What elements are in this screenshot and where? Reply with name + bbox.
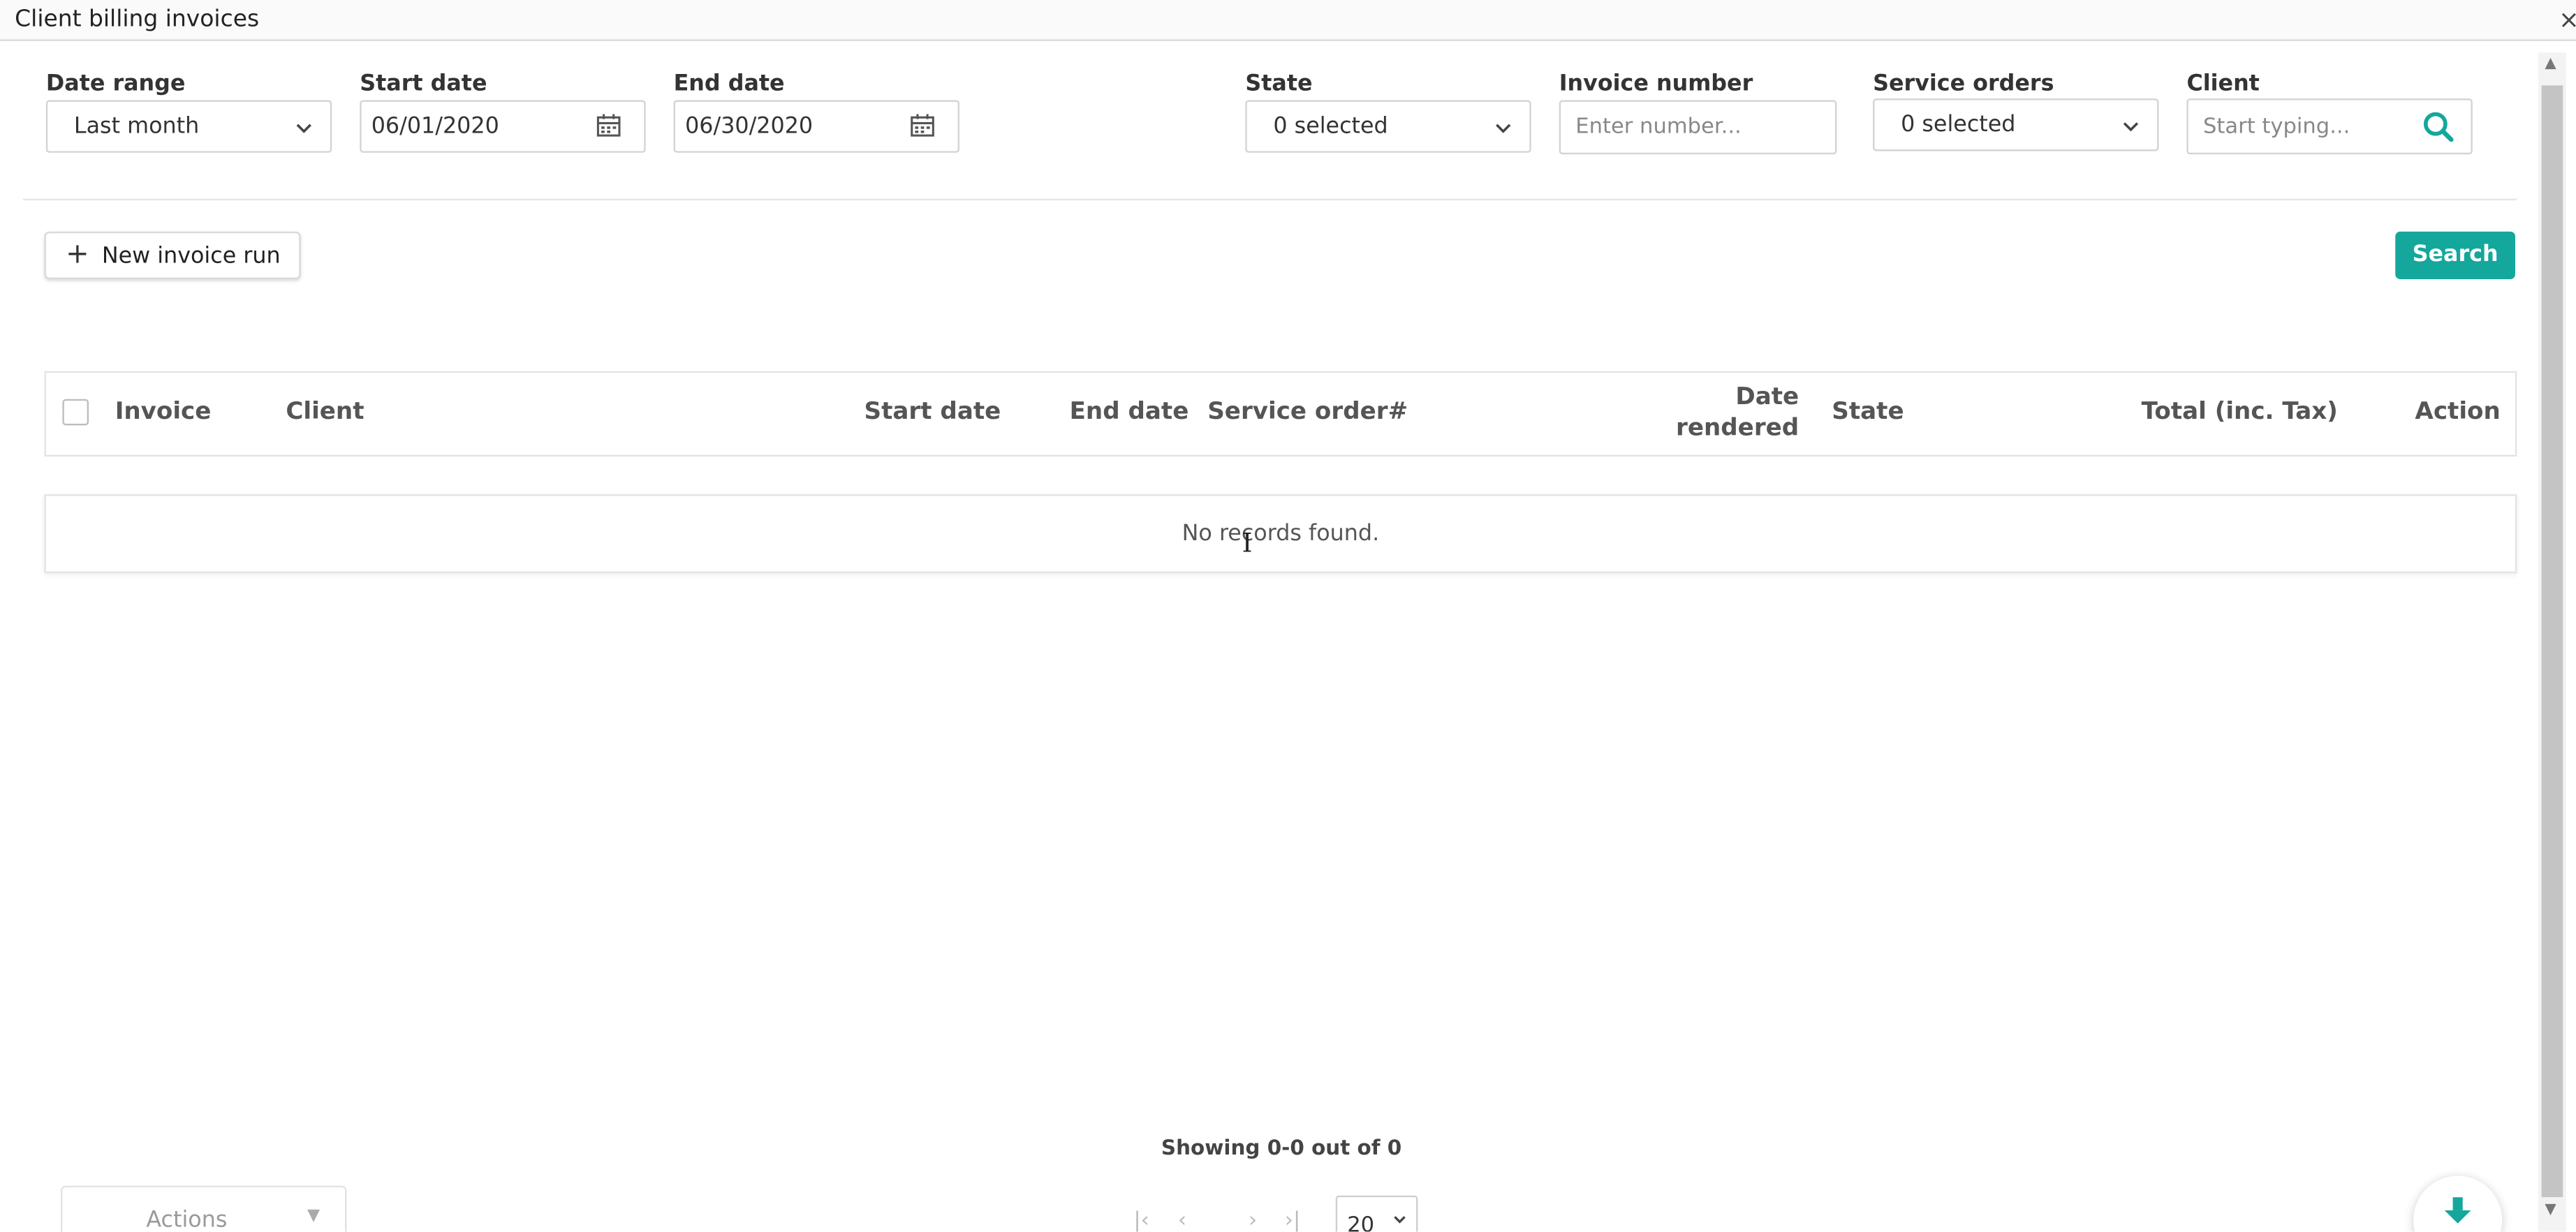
text-cursor-icon: I [1242, 527, 1253, 558]
start-date-label: Start date [360, 70, 487, 97]
date-range-label: Date range [45, 70, 186, 97]
page-size-value: 20 [1347, 1213, 1375, 1232]
column-end-date[interactable]: End date [1070, 399, 1189, 426]
app-window: Client billing invoices × Date range Las… [0, 0, 2576, 1232]
caret-down-icon: ▼ [307, 1207, 321, 1226]
column-date-rendered-line1: Date [1735, 384, 1799, 411]
scrollbar-thumb[interactable] [2541, 85, 2563, 1198]
column-invoice[interactable]: Invoice [115, 399, 212, 426]
window-title: Client billing invoices [15, 6, 260, 34]
close-icon[interactable]: × [2559, 5, 2576, 34]
column-action: Action [2415, 399, 2501, 426]
chevron-down-icon [2123, 122, 2139, 132]
table-header: Invoice Client Start date End date Servi… [44, 371, 2517, 457]
last-page-icon[interactable]: ›| [1285, 1209, 1301, 1232]
start-date-value: 06/01/2020 [371, 113, 499, 140]
prev-page-icon[interactable]: ‹ [1178, 1209, 1186, 1232]
end-date-field[interactable]: 06/30/2020 [673, 100, 959, 153]
chevron-down-icon [1496, 124, 1511, 133]
state-select[interactable]: 0 selected [1245, 100, 1531, 153]
search-button[interactable]: Search [2395, 231, 2515, 279]
column-start-date[interactable]: Start date [864, 399, 1001, 426]
download-icon [2444, 1197, 2471, 1224]
service-orders-label: Service orders [1873, 70, 2054, 97]
search-icon[interactable] [2422, 110, 2454, 143]
empty-message: No records found. [1182, 520, 1380, 547]
column-total[interactable]: Total (inc. Tax) [2142, 399, 2338, 426]
new-invoice-run-button[interactable]: + New invoice run [44, 231, 301, 279]
next-page-icon[interactable]: › [1249, 1209, 1257, 1232]
start-date-field[interactable]: 06/01/2020 [360, 100, 646, 153]
actions-dropdown[interactable]: Actions ▼ [61, 1185, 347, 1232]
date-range-select[interactable]: Last month [45, 100, 332, 153]
filter-divider [22, 198, 2517, 201]
vertical-scrollbar[interactable]: ▲ ▼ [2538, 52, 2566, 1232]
plus-icon: + [66, 238, 89, 272]
column-date-rendered[interactable]: Date rendered [1676, 383, 1799, 445]
chevron-down-icon [1394, 1216, 1406, 1224]
client-field [2186, 98, 2473, 155]
calendar-icon[interactable] [910, 113, 934, 138]
state-value: 0 selected [1273, 113, 1388, 140]
invoice-number-field [1559, 100, 1837, 155]
pagination-summary: Showing 0-0 out of 0 [1161, 1134, 1402, 1160]
date-range-value: Last month [73, 113, 200, 140]
invoice-number-input[interactable] [1561, 101, 1835, 153]
scroll-up-icon[interactable]: ▲ [2545, 56, 2556, 73]
end-date-value: 06/30/2020 [685, 113, 814, 140]
scroll-down-icon[interactable]: ▼ [2545, 1202, 2556, 1219]
invoice-number-label: Invoice number [1559, 70, 1753, 97]
download-button[interactable] [2413, 1175, 2503, 1232]
end-date-label: End date [673, 70, 785, 97]
service-orders-select[interactable]: 0 selected [1873, 98, 2159, 151]
column-state[interactable]: State [1832, 399, 1904, 426]
new-invoice-run-label: New invoice run [101, 243, 281, 269]
page-size-select[interactable]: 20 [1335, 1195, 1418, 1232]
table-empty-row: No records found. [44, 494, 2517, 574]
column-client[interactable]: Client [286, 399, 364, 426]
calendar-icon[interactable] [596, 113, 621, 138]
select-all-checkbox[interactable] [62, 399, 89, 426]
client-label: Client [2186, 70, 2260, 97]
service-orders-value: 0 selected [1901, 111, 2016, 138]
chevron-down-icon [296, 124, 311, 133]
first-page-icon[interactable]: |‹ [1133, 1209, 1149, 1232]
actions-label: Actions [146, 1207, 228, 1232]
column-date-rendered-line2: rendered [1676, 415, 1799, 442]
title-bar: Client billing invoices × [0, 0, 2576, 41]
column-service-order[interactable]: Service order# [1207, 399, 1408, 426]
state-label: State [1245, 70, 1313, 97]
